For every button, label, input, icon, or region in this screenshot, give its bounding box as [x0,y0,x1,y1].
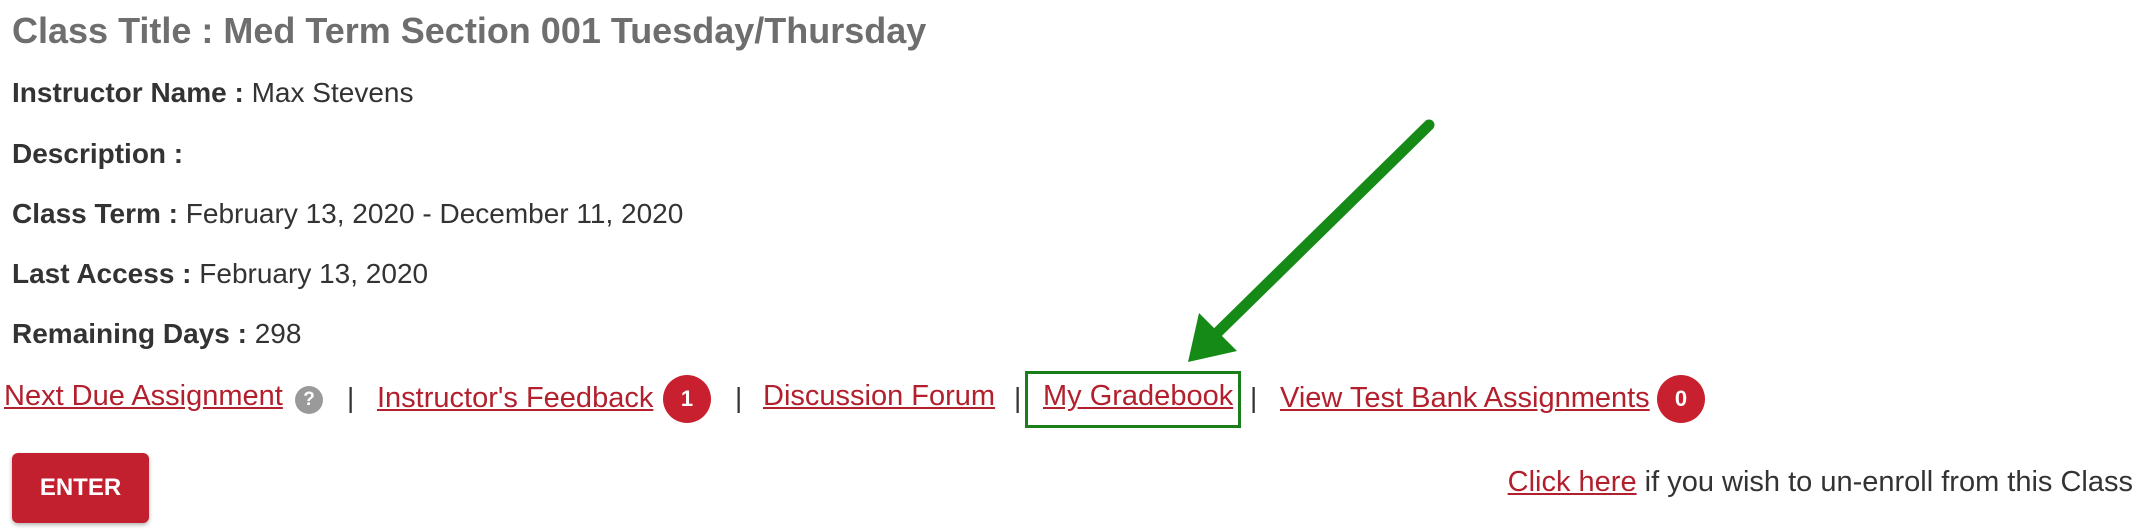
next-due-assignment-link[interactable]: Next Due Assignment [4,380,283,413]
enter-button[interactable]: ENTER [12,453,149,523]
class-card: Class Title : Med Term Section 001 Tuesd… [0,0,2145,531]
last-access-label: Last Access : [12,258,192,289]
remaining-days-value: 298 [254,318,302,349]
separator: | [1014,382,1022,413]
help-icon[interactable]: ? [295,386,323,414]
separator: | [1250,382,1258,413]
view-test-bank-assignments-link[interactable]: View Test Bank Assignments [1280,382,1650,415]
last-access-row: Last Access : February 13, 2020 [12,258,428,290]
test-bank-count-badge: 0 [1657,375,1705,423]
discussion-forum-link[interactable]: Discussion Forum [763,380,995,413]
remaining-days-row: Remaining Days : 298 [12,318,301,350]
instructor-label: Instructor Name : [12,77,244,108]
unenroll-text: if you wish to un-enroll from this Class [1636,466,2133,498]
separator: | [347,382,355,413]
class-term-value: February 13, 2020 - December 11, 2020 [185,198,684,229]
page-title: Class Title : Med Term Section 001 Tuesd… [12,10,927,51]
unenroll-link[interactable]: Click here [1508,466,1637,498]
gradebook-highlight-box [1025,371,1241,428]
unenroll-notice: Click here if you wish to un-enroll from… [1508,466,2133,499]
class-term-label: Class Term : [12,198,178,229]
separator: | [735,382,743,413]
instructor-value: Max Stevens [251,77,414,108]
class-term-row: Class Term : February 13, 2020 - Decembe… [12,198,683,230]
instructors-feedback-link[interactable]: Instructor's Feedback [377,382,653,415]
instructor-row: Instructor Name : Max Stevens [12,77,413,109]
description-row: Description : [12,138,183,170]
description-label: Description : [12,138,184,169]
last-access-value: February 13, 2020 [199,258,429,289]
remaining-days-label: Remaining Days : [12,318,247,349]
feedback-count-badge: 1 [663,375,711,423]
